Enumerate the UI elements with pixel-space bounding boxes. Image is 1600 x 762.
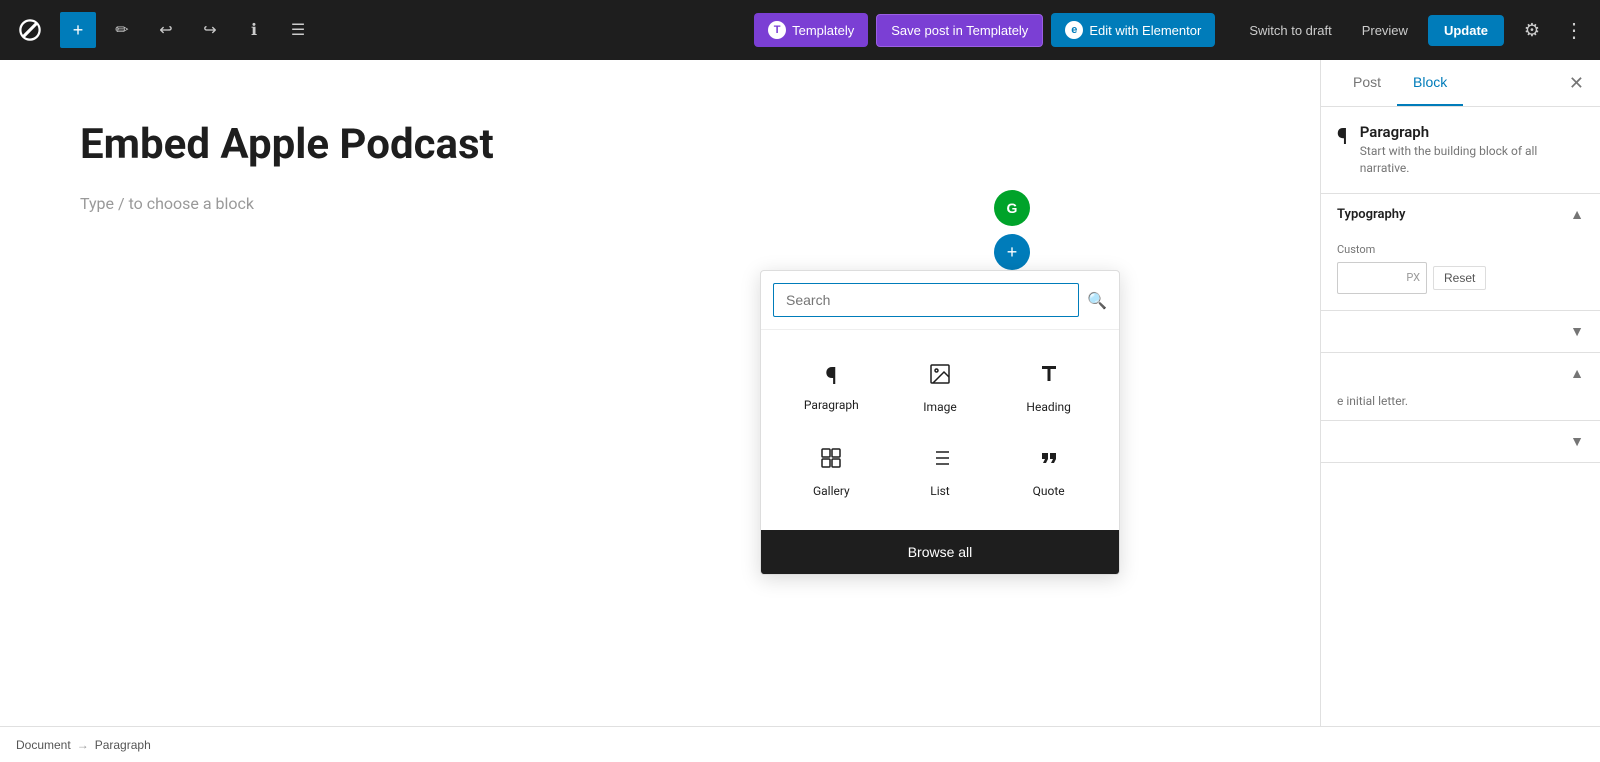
list-icon: ☰ xyxy=(291,20,305,40)
block-placeholder[interactable]: Type / to choose a block xyxy=(80,194,1240,213)
settings-button[interactable]: ⚙ xyxy=(1514,12,1550,48)
add-block-button[interactable]: + xyxy=(60,12,96,48)
typography-section: Typography ▲ Custom PX Reset xyxy=(1321,194,1600,311)
switch-to-draft-button[interactable]: Switch to draft xyxy=(1239,17,1341,44)
elementor-icon: e xyxy=(1065,21,1083,39)
preview-button[interactable]: Preview xyxy=(1352,17,1418,44)
plus-icon: + xyxy=(1007,242,1018,263)
gallery-icon xyxy=(819,446,843,476)
inserter-item-image[interactable]: Image xyxy=(886,346,995,430)
inserter-item-list[interactable]: List xyxy=(886,430,995,514)
post-title[interactable]: Embed Apple Podcast xyxy=(80,120,1240,170)
typography-section-title: Typography xyxy=(1337,207,1406,222)
breadcrumb-paragraph[interactable]: Paragraph xyxy=(95,738,151,752)
sidebar-section-2-header[interactable]: ▼ xyxy=(1321,311,1600,352)
image-label: Image xyxy=(923,400,956,414)
inserter-item-paragraph[interactable]: ¶ Paragraph xyxy=(777,346,886,430)
float-controls: G + xyxy=(994,190,1030,270)
sidebar-section-3-chevron: ▲ xyxy=(1570,365,1584,382)
breadcrumb-bar: Document → Paragraph xyxy=(0,726,1600,762)
gear-icon: ⚙ xyxy=(1524,20,1540,41)
inserter-item-quote[interactable]: Quote xyxy=(994,430,1103,514)
sidebar-section-2-chevron: ▼ xyxy=(1570,323,1584,340)
sidebar-close-button[interactable]: ✕ xyxy=(1569,60,1584,106)
sidebar: Post Block ✕ ¶ Paragraph Start with the … xyxy=(1320,60,1600,762)
breadcrumb-document[interactable]: Document xyxy=(16,738,71,752)
more-options-button[interactable]: ⋮ xyxy=(1560,18,1588,43)
sidebar-tabs: Post Block ✕ xyxy=(1321,60,1600,107)
sidebar-section-4: ▼ xyxy=(1321,421,1600,463)
inserter-item-heading[interactable]: Heading xyxy=(994,346,1103,430)
tab-post[interactable]: Post xyxy=(1337,60,1397,106)
custom-input-row: PX Reset xyxy=(1337,262,1584,294)
grammarly-icon: G xyxy=(1007,200,1018,216)
typography-section-header[interactable]: Typography ▲ xyxy=(1321,194,1600,235)
block-info: ¶ Paragraph Start with the building bloc… xyxy=(1321,107,1600,194)
templately-button[interactable]: T Templately xyxy=(754,13,868,47)
paragraph-icon: ¶ xyxy=(825,362,837,390)
sidebar-section-3: ▲ e initial letter. xyxy=(1321,353,1600,421)
reset-button[interactable]: Reset xyxy=(1433,266,1486,290)
edit-button[interactable]: ✏ xyxy=(104,12,140,48)
block-description: Start with the building block of all nar… xyxy=(1360,143,1584,177)
save-templately-button[interactable]: Save post in Templately xyxy=(876,14,1043,47)
editor-area[interactable]: Embed Apple Podcast Type / to choose a b… xyxy=(0,60,1320,762)
sidebar-section-2: ▼ xyxy=(1321,311,1600,353)
grammarly-button[interactable]: G xyxy=(994,190,1030,226)
update-button[interactable]: Update xyxy=(1428,15,1504,46)
quote-icon xyxy=(1037,446,1061,476)
block-info-text: Paragraph Start with the building block … xyxy=(1360,123,1584,177)
toolbar-right: Switch to draft Preview Update ⚙ ⋮ xyxy=(1239,12,1588,48)
breadcrumb-arrow: → xyxy=(77,738,89,752)
typography-content: Custom PX Reset xyxy=(1321,235,1600,310)
search-input[interactable] xyxy=(773,283,1079,317)
info-icon: ℹ xyxy=(251,20,257,40)
browse-all-button[interactable]: Browse all xyxy=(761,530,1119,574)
close-icon: ✕ xyxy=(1569,73,1584,94)
templately-icon: T xyxy=(768,21,786,39)
list-block-icon xyxy=(928,446,952,476)
list-label: List xyxy=(930,484,950,498)
sidebar-section-4-chevron: ▼ xyxy=(1570,433,1584,450)
redo-button[interactable]: ↪ xyxy=(192,12,228,48)
wp-logo[interactable] xyxy=(12,12,48,48)
inserter-grid: ¶ Paragraph Image xyxy=(761,330,1119,530)
add-block-float-button[interactable]: + xyxy=(994,234,1030,270)
heading-label: Heading xyxy=(1026,400,1071,414)
typography-chevron-icon: ▲ xyxy=(1570,206,1584,223)
font-unit: PX xyxy=(1406,271,1420,284)
paragraph-block-icon: ¶ xyxy=(1337,125,1348,150)
sidebar-partial-text: e initial letter. xyxy=(1321,394,1600,420)
main-layout: Embed Apple Podcast Type / to choose a b… xyxy=(0,60,1600,762)
elementor-button[interactable]: e Edit with Elementor xyxy=(1051,13,1215,47)
block-name: Paragraph xyxy=(1360,123,1584,141)
heading-icon xyxy=(1037,362,1061,392)
list-view-button[interactable]: ☰ xyxy=(280,12,316,48)
more-icon: ⋮ xyxy=(1564,20,1584,42)
sidebar-section-4-header[interactable]: ▼ xyxy=(1321,421,1600,462)
undo-button[interactable]: ↩ xyxy=(148,12,184,48)
info-button[interactable]: ℹ xyxy=(236,12,272,48)
block-inserter-popup: 🔍 ¶ Paragraph Im xyxy=(760,270,1120,575)
toolbar: + ✏ ↩ ↪ ℹ ☰ T Templately Save post in Te… xyxy=(0,0,1600,60)
redo-icon: ↪ xyxy=(203,20,216,40)
inserter-search-area: 🔍 xyxy=(761,271,1119,330)
quote-label: Quote xyxy=(1033,484,1065,498)
tab-block[interactable]: Block xyxy=(1397,60,1463,106)
undo-icon: ↩ xyxy=(159,20,172,40)
sidebar-section-3-header[interactable]: ▲ xyxy=(1321,353,1600,394)
custom-label: Custom xyxy=(1337,243,1584,256)
search-icon: 🔍 xyxy=(1087,291,1107,310)
paragraph-label: Paragraph xyxy=(804,398,859,412)
gallery-label: Gallery xyxy=(813,484,850,498)
inserter-item-gallery[interactable]: Gallery xyxy=(777,430,886,514)
font-size-input[interactable]: PX xyxy=(1337,262,1427,294)
image-icon xyxy=(928,362,952,392)
pen-icon: ✏ xyxy=(115,20,128,40)
